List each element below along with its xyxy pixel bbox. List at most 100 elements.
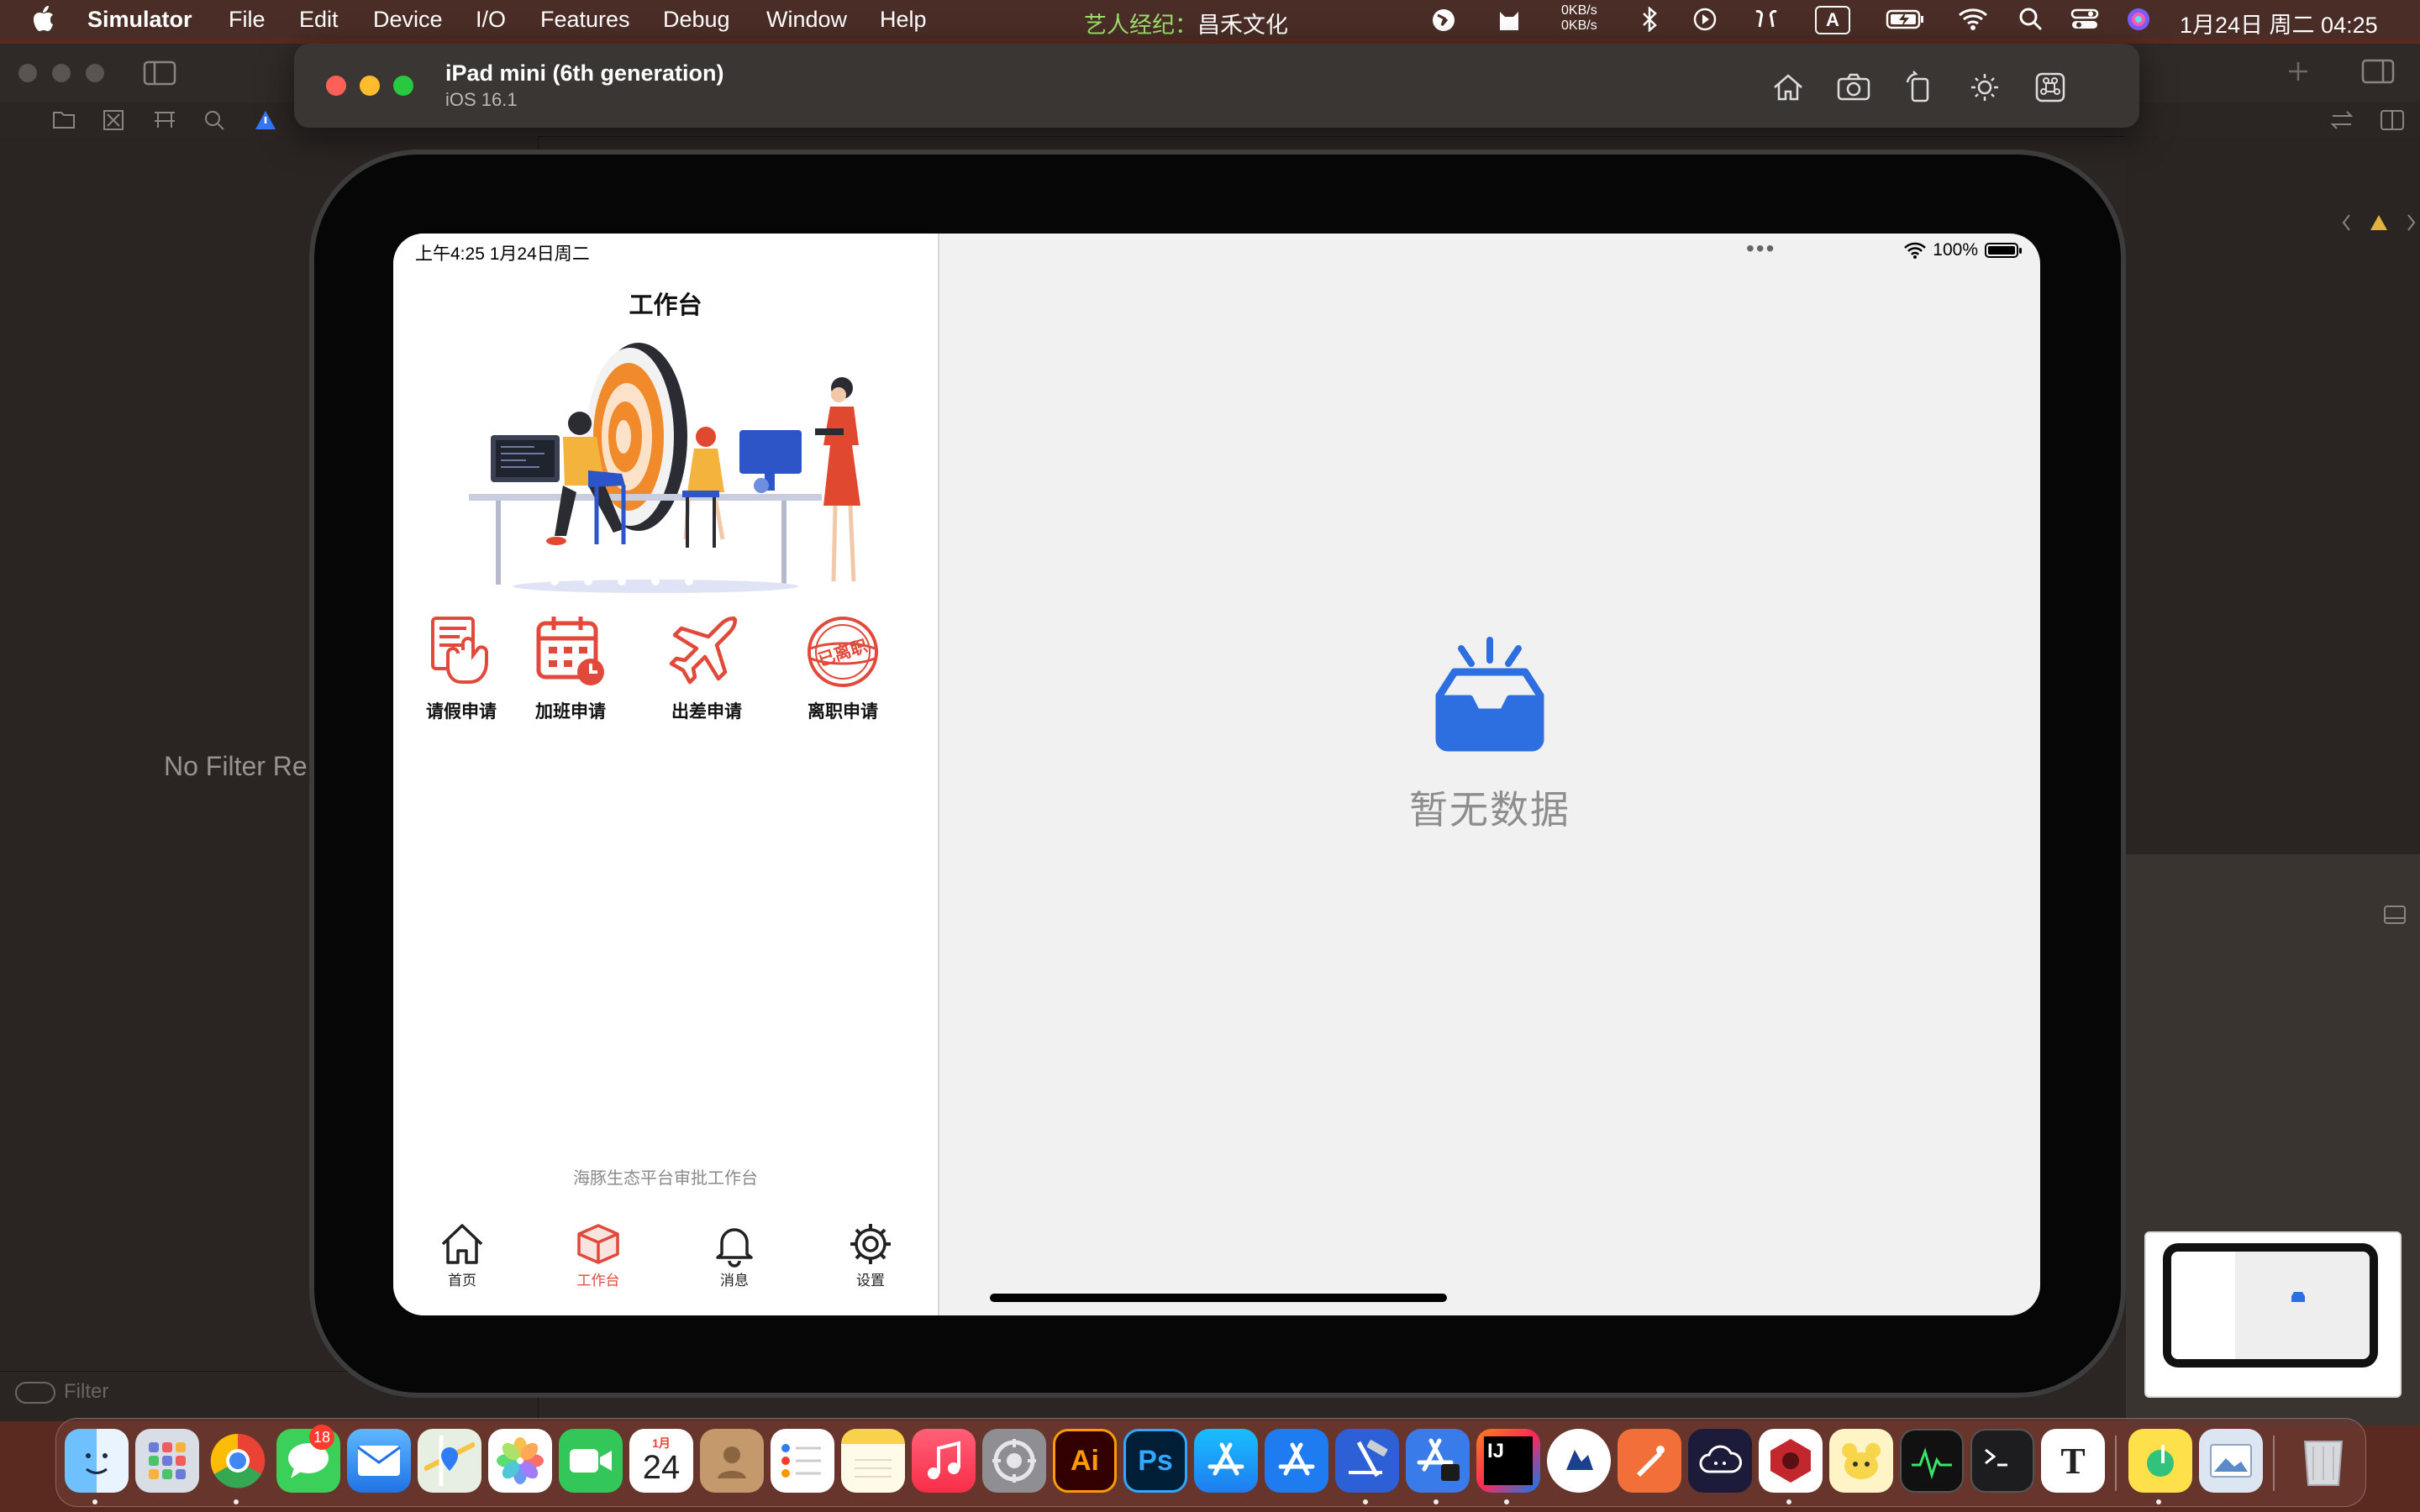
typora-icon[interactable]: T xyxy=(2041,1429,2105,1493)
postman-icon[interactable] xyxy=(1618,1429,1681,1493)
net-download: 0KB/s xyxy=(1561,18,1597,33)
menubar-ticker[interactable]: 艺人经纪：昌禾文化 xyxy=(1084,7,1288,39)
contacts-icon[interactable] xyxy=(700,1429,764,1493)
tab-workbench[interactable]: 工作台 xyxy=(548,1221,649,1289)
filter-input[interactable]: Filter xyxy=(64,1380,108,1404)
airpods-icon[interactable] xyxy=(1751,7,1781,38)
minimize-button[interactable] xyxy=(360,76,380,96)
xcode-close-button[interactable] xyxy=(18,64,37,82)
spotlight-search-icon[interactable] xyxy=(2018,7,2044,38)
chrome-icon[interactable] xyxy=(206,1429,270,1493)
tab-settings[interactable]: 设置 xyxy=(820,1221,921,1289)
vpn-icon[interactable] xyxy=(1430,7,1457,39)
facetime-icon[interactable] xyxy=(559,1429,623,1493)
preview-icon[interactable] xyxy=(2199,1429,2263,1493)
split-editor-icon[interactable] xyxy=(2380,109,2405,131)
launchpad-icon[interactable] xyxy=(135,1429,199,1493)
workbench-sidebar: 上午4:25 1月24日周二 工作台 请假申请 加班申请 出差申请 已离职 离职… xyxy=(393,234,939,1315)
screenshot-icon[interactable] xyxy=(1835,69,1872,106)
wifi-icon[interactable] xyxy=(1958,7,1988,38)
finder-icon[interactable] xyxy=(65,1429,129,1493)
terminal-icon[interactable] xyxy=(1970,1429,2034,1493)
menu-file[interactable]: File xyxy=(229,7,266,33)
menu-help[interactable]: Help xyxy=(880,7,927,33)
simulator-icon[interactable] xyxy=(1406,1429,1470,1493)
qq-music-icon[interactable] xyxy=(2128,1429,2192,1493)
intellij-icon[interactable]: IJ xyxy=(1476,1429,1540,1493)
menu-features[interactable]: Features xyxy=(540,7,630,33)
siri-icon[interactable] xyxy=(2126,7,2151,38)
home-button-icon[interactable] xyxy=(1770,69,1807,106)
network-speed[interactable]: 0KB/s 0KB/s xyxy=(1561,3,1597,34)
ipad-screen[interactable]: 上午4:25 1月24日周二 工作台 请假申请 加班申请 出差申请 已离职 离职… xyxy=(393,234,2040,1315)
thumbnail-screen xyxy=(2171,1252,2370,1359)
reminders-icon[interactable] xyxy=(771,1429,834,1493)
notes-icon[interactable] xyxy=(841,1429,905,1493)
menu-edit[interactable]: Edit xyxy=(299,7,339,33)
calendar-icon[interactable]: 1月 24 xyxy=(629,1429,693,1493)
menu-debug[interactable]: Debug xyxy=(663,7,730,33)
sequel-ace-icon[interactable] xyxy=(1759,1429,1823,1493)
add-icon[interactable] xyxy=(2286,59,2311,84)
control-center-icon[interactable] xyxy=(2070,7,2099,38)
maps-icon[interactable] xyxy=(418,1429,481,1493)
overtime-request-button[interactable]: 加班申请 xyxy=(516,612,625,723)
proxyman-icon[interactable] xyxy=(1547,1429,1611,1493)
battery-charging-icon[interactable] xyxy=(1886,7,1926,38)
leave-request-button[interactable]: 请假申请 xyxy=(407,612,516,723)
xcode-minimize-button[interactable] xyxy=(52,64,71,82)
bluetooth-icon[interactable] xyxy=(1640,6,1659,38)
folder-icon[interactable] xyxy=(52,109,76,129)
trash-icon[interactable] xyxy=(2291,1429,2355,1493)
menu-device[interactable]: Device xyxy=(373,7,443,33)
rotate-icon[interactable] xyxy=(1901,69,1938,106)
close-button[interactable] xyxy=(326,76,346,96)
play-circle-icon[interactable] xyxy=(1692,7,1718,38)
running-indicator xyxy=(92,1499,97,1504)
navicat-icon[interactable] xyxy=(1829,1429,1893,1493)
tab-messages[interactable]: 消息 xyxy=(684,1221,785,1289)
inspector-toggle-icon[interactable] xyxy=(2361,59,2395,84)
appearance-brightness-icon[interactable] xyxy=(1966,69,2003,106)
mail-icon[interactable] xyxy=(347,1429,411,1493)
issue-warning-icon[interactable] xyxy=(254,109,277,131)
debug-area-toggle-icon[interactable] xyxy=(2383,905,2407,925)
xcode-zoom-button[interactable] xyxy=(86,64,104,82)
no-filter-results-label: No Filter Re xyxy=(164,751,308,781)
apple-icon[interactable] xyxy=(32,3,55,34)
home-indicator[interactable] xyxy=(990,1294,1447,1302)
tab-home[interactable]: 首页 xyxy=(412,1221,513,1289)
menu-window[interactable]: Window xyxy=(766,7,847,33)
business-trip-button[interactable]: 出差申请 xyxy=(652,612,761,723)
swap-icon[interactable] xyxy=(2329,109,2354,131)
tab-messages-label: 消息 xyxy=(720,1273,749,1289)
source-control-icon[interactable] xyxy=(103,109,124,131)
photoshop-icon[interactable]: Ps xyxy=(1123,1429,1187,1493)
app-store-icon[interactable] xyxy=(1194,1429,1258,1493)
filter-options-icon[interactable] xyxy=(15,1382,55,1404)
dock-divider-2 xyxy=(2273,1436,2275,1491)
cat-icon[interactable] xyxy=(1496,7,1523,39)
xcode-icon[interactable] xyxy=(1335,1429,1399,1493)
issue-nav-icon[interactable] xyxy=(2341,210,2417,235)
resignation-request-button[interactable]: 已离职 离职申请 xyxy=(788,612,897,723)
cloud-app-icon[interactable] xyxy=(1688,1429,1752,1493)
stamp-text: 已离职 xyxy=(815,635,869,669)
menu-io[interactable]: I/O xyxy=(476,7,506,33)
multitasking-handle[interactable]: ••• xyxy=(1746,235,1776,262)
illustrator-icon[interactable]: Ai xyxy=(1053,1429,1117,1493)
system-preferences-icon[interactable] xyxy=(982,1429,1046,1493)
menubar-clock[interactable]: 1月24日 周二 04:25 xyxy=(2180,7,2378,39)
zoom-button[interactable] xyxy=(393,76,413,96)
photos-icon[interactable] xyxy=(488,1429,552,1493)
input-method-icon[interactable]: A xyxy=(1815,5,1850,34)
find-icon[interactable] xyxy=(203,109,225,131)
xcode-instruments-icon[interactable] xyxy=(1265,1429,1328,1493)
menu-app-name[interactable]: Simulator xyxy=(87,7,192,33)
sidebar-toggle-icon[interactable] xyxy=(143,60,176,86)
keyboard-command-icon[interactable] xyxy=(2032,69,2069,106)
screenshot-thumbnail[interactable] xyxy=(2144,1231,2402,1398)
music-icon[interactable] xyxy=(912,1429,976,1493)
hierarchy-icon[interactable] xyxy=(153,109,176,131)
activity-monitor-icon[interactable] xyxy=(1900,1429,1964,1493)
